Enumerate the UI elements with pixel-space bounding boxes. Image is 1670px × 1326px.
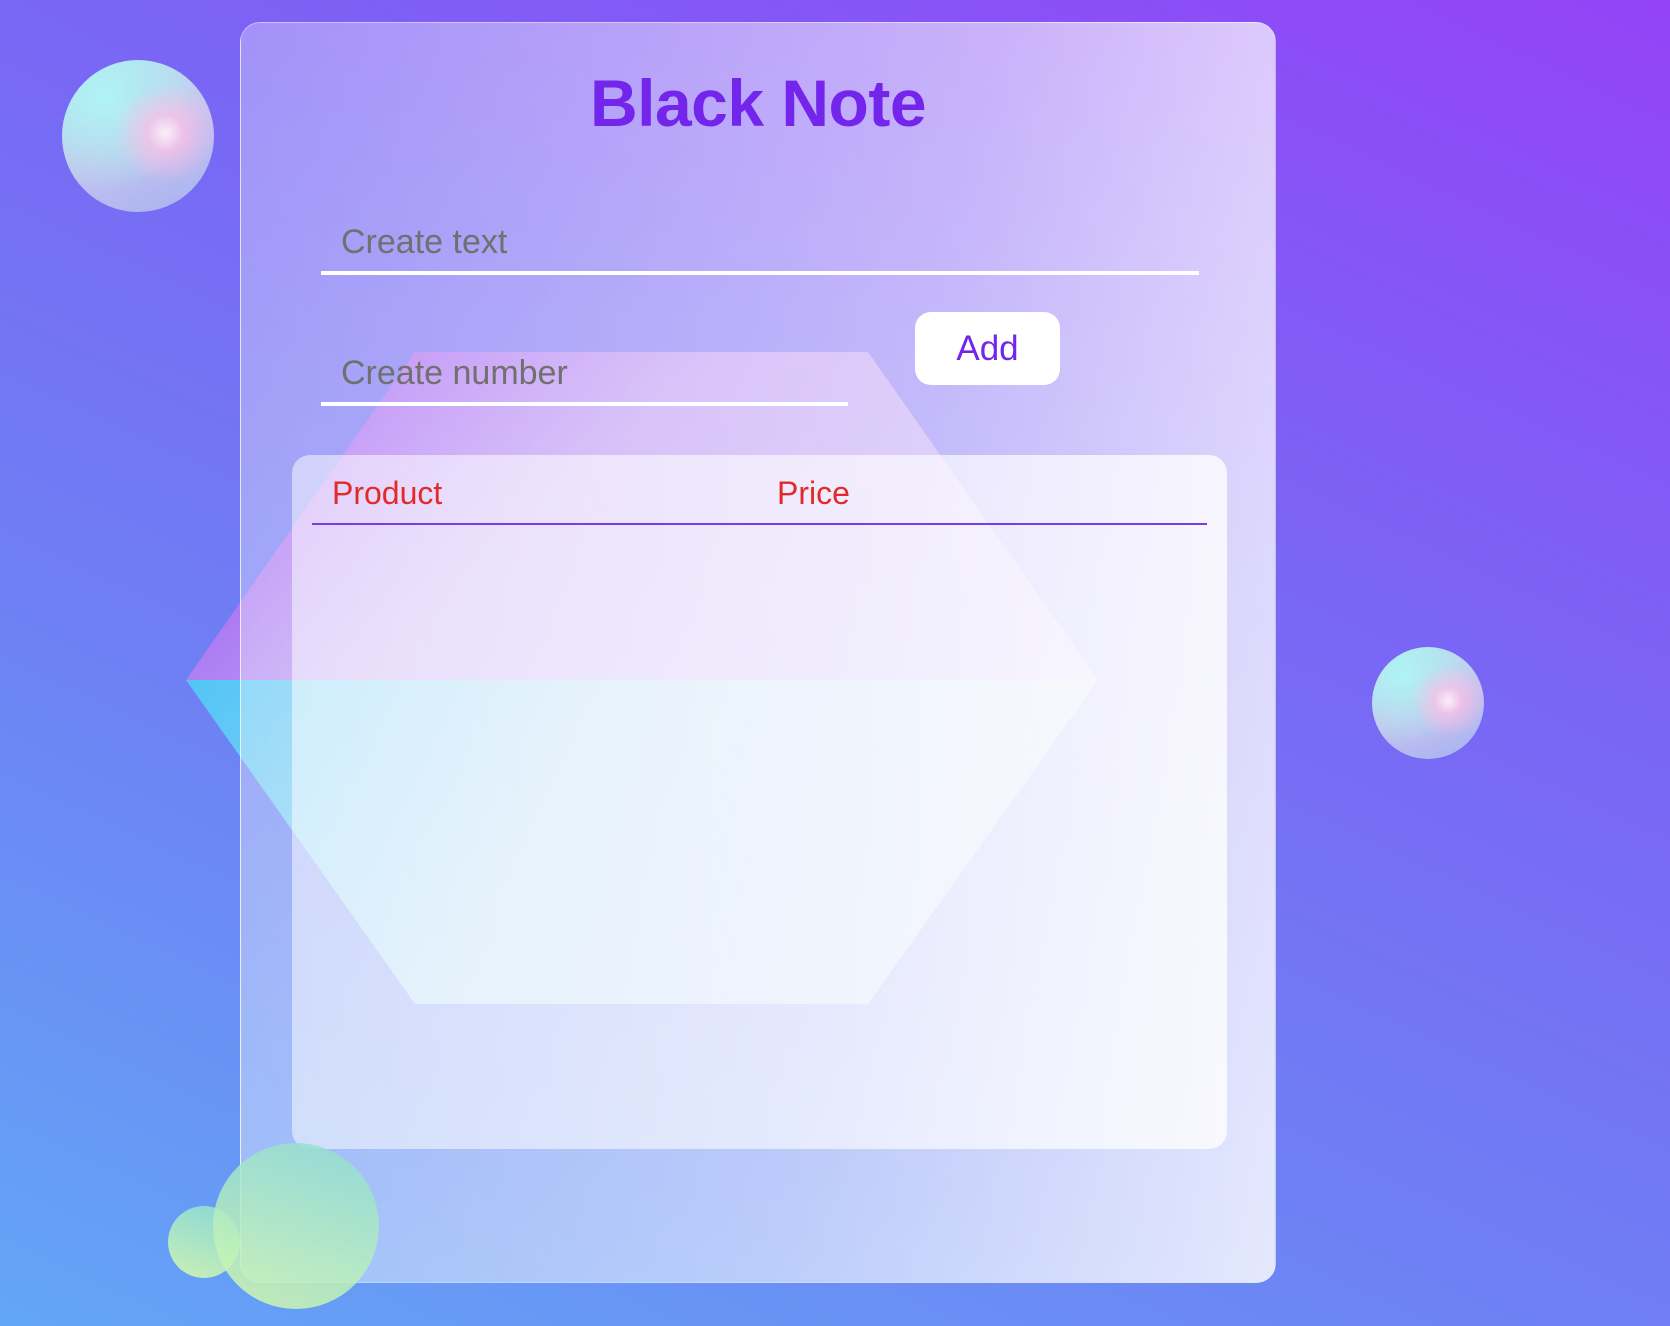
create-number-input[interactable]	[321, 344, 848, 406]
app-title: Black Note	[589, 66, 927, 140]
decorative-orb-large-green	[213, 1143, 379, 1309]
decorative-orb-top-left	[62, 60, 214, 212]
decorative-orb-right	[1372, 647, 1484, 759]
create-text-input[interactable]	[321, 213, 1199, 275]
column-header-price: Price	[777, 475, 850, 511]
add-button[interactable]: Add	[915, 312, 1060, 385]
table-header-row: Product Price	[312, 455, 1207, 525]
column-header-product: Product	[332, 475, 443, 511]
note-panel: Black Note Add Product Price	[240, 22, 1276, 1283]
product-table: Product Price	[292, 455, 1227, 1149]
